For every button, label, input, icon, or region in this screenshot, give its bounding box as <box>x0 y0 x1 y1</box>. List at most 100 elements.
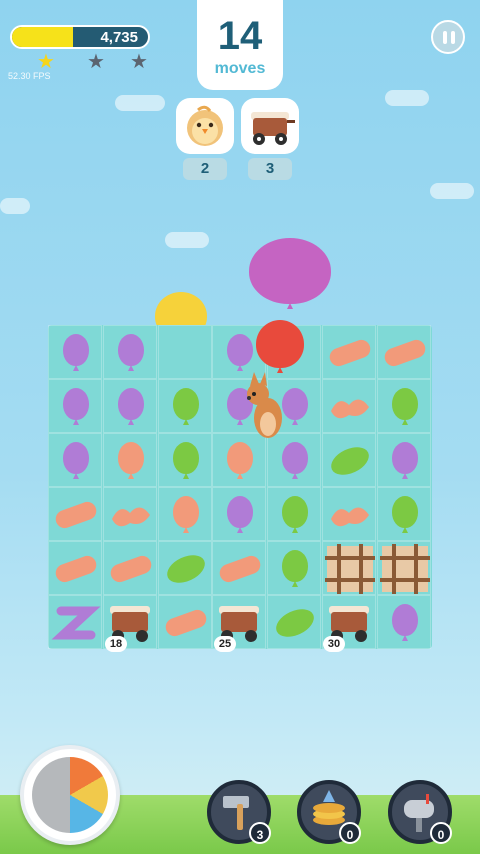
board-cell[interactable] <box>322 379 376 433</box>
board-cell[interactable] <box>102 379 157 433</box>
star-icon: ★ <box>87 51 105 73</box>
balloon-tile <box>282 442 309 479</box>
board-cell[interactable] <box>157 325 212 379</box>
balloon-tile <box>282 550 309 587</box>
board-cell[interactable] <box>48 379 102 433</box>
board-cell[interactable] <box>376 325 431 379</box>
balloon-tile <box>63 388 89 425</box>
goal-count: 2 <box>183 158 227 180</box>
board-cell[interactable] <box>322 541 376 595</box>
sausage-balloon-tile <box>53 553 99 585</box>
prize-wheel-icon <box>32 757 108 833</box>
balloon-tile <box>227 334 254 371</box>
cloud <box>165 232 209 248</box>
board-cell[interactable] <box>376 433 431 487</box>
fence-tile <box>378 542 432 601</box>
moves-counter: 14 moves <box>197 0 283 90</box>
sausage-balloon-tile <box>107 553 154 585</box>
poodle-balloon-tile <box>325 493 375 542</box>
moves-count: 14 <box>217 14 263 58</box>
board-cell[interactable] <box>267 541 322 595</box>
board-cell[interactable] <box>102 487 157 542</box>
sausage-balloon-tile <box>162 607 209 639</box>
booster-pancakes[interactable]: 0 <box>297 780 361 844</box>
cloud <box>385 90 429 106</box>
sausage-balloon-tile <box>327 337 373 369</box>
balloon-tile <box>117 334 144 371</box>
board-cell[interactable] <box>102 325 157 379</box>
prize-wheel-button[interactable] <box>20 745 120 845</box>
sausage-balloon-tile <box>381 337 428 369</box>
star-icon: ★ <box>130 51 148 73</box>
goal-wagon <box>241 98 299 154</box>
cloud <box>115 95 165 111</box>
booster-count: 0 <box>430 822 452 844</box>
fence-tile <box>323 542 377 601</box>
score-value: 4,735 <box>100 29 138 46</box>
wagon-counter: 30 <box>323 636 345 652</box>
moves-label: moves <box>214 60 266 77</box>
board-cell[interactable] <box>48 595 102 649</box>
board-cell[interactable] <box>157 595 212 649</box>
board-cell[interactable] <box>48 433 102 487</box>
score-progress-fill <box>12 27 74 47</box>
balloon-tile <box>172 442 199 479</box>
board-cell[interactable] <box>267 487 322 541</box>
balloon-tile <box>391 604 418 641</box>
board-cell[interactable] <box>376 541 431 595</box>
balloon-tile <box>282 496 309 533</box>
star-icon: ★ <box>37 51 55 73</box>
cloud <box>430 183 474 199</box>
wagon-counter: 25 <box>214 636 236 652</box>
chick-icon <box>187 105 223 146</box>
board-cell[interactable] <box>102 541 157 595</box>
goal-count: 3 <box>248 158 292 180</box>
board-cell[interactable] <box>322 325 376 379</box>
board-cell[interactable] <box>48 325 102 379</box>
balloon-tile <box>391 442 418 479</box>
board-cell[interactable] <box>376 487 431 541</box>
booster-count: 0 <box>339 822 361 844</box>
sausage-balloon-tile <box>217 553 264 585</box>
board-cell[interactable] <box>157 541 212 596</box>
board-cell[interactable] <box>267 595 322 650</box>
balloon-tile <box>63 334 89 371</box>
pause-button[interactable] <box>431 20 465 54</box>
board-cell[interactable] <box>157 433 212 487</box>
balloon-tile <box>227 496 254 533</box>
board-cell[interactable] <box>322 487 376 541</box>
board-cell[interactable] <box>212 541 267 595</box>
goal-chick <box>176 98 234 154</box>
score-progress-bar: 4,735 <box>10 25 150 49</box>
sausage-balloon-tile <box>53 499 99 531</box>
balloon-tile <box>391 388 418 425</box>
balloon-tile <box>172 496 199 533</box>
booster-hammer[interactable]: 3 <box>207 780 271 844</box>
balloon-tile <box>391 496 418 533</box>
poodle-balloon-tile <box>106 493 156 542</box>
board-cell[interactable] <box>48 541 102 595</box>
balloon-tile <box>117 388 144 425</box>
booster-count: 3 <box>249 822 271 844</box>
booster-mailbox[interactable]: 0 <box>388 780 452 844</box>
balloon-tile <box>227 442 254 479</box>
balloon-tile <box>63 442 89 479</box>
floating-balloon <box>256 320 304 373</box>
dog-icon <box>247 372 282 438</box>
board-cell[interactable] <box>376 379 431 433</box>
board-cell[interactable] <box>212 487 267 541</box>
green-bunch-tile <box>325 439 375 488</box>
board-cell[interactable] <box>157 487 212 541</box>
floating-balloon <box>249 238 331 309</box>
board-cell[interactable] <box>376 595 431 649</box>
z-balloon-tile <box>51 601 101 650</box>
green-bunch-tile <box>270 601 320 650</box>
board-cell[interactable] <box>48 487 102 541</box>
wagon-icon <box>251 112 295 145</box>
balloon-tile <box>117 442 144 479</box>
board-cell[interactable] <box>322 433 376 487</box>
balloon-tile <box>172 388 199 425</box>
board-cell[interactable] <box>157 379 212 433</box>
board-cell[interactable] <box>102 433 157 487</box>
green-bunch-tile <box>161 547 211 596</box>
